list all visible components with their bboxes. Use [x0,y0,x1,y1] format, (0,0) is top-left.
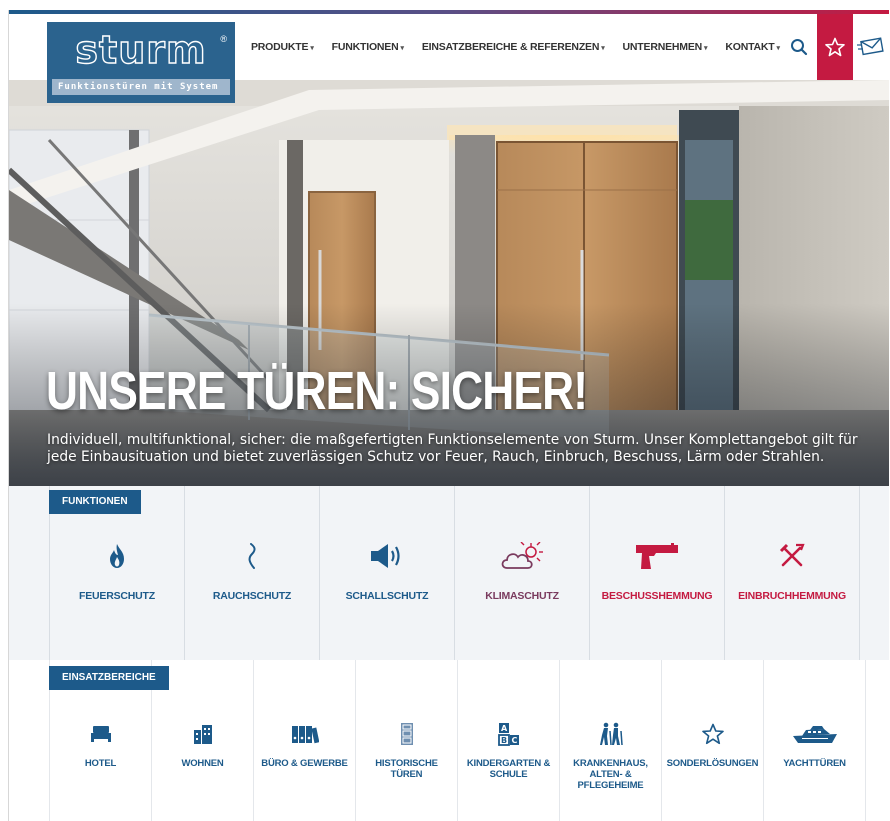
chevron-down-icon: ▾ [776,45,781,52]
logo-wordmark: sturm [75,27,207,72]
svg-text:B: B [501,736,507,745]
bed-icon [50,720,151,748]
einsatz-kindergarten-schule[interactable]: ABC Kindergarten & Schule [457,660,559,821]
hero-photo [9,80,889,486]
einsatz-label: Kindergarten & Schule [466,758,551,780]
nav-item-produkte[interactable]: Produkte ▾ [251,41,314,53]
einsatz-label: Hotel [84,758,117,769]
funktionen-heading: Funktionen [49,490,141,514]
chevron-down-icon: ▾ [310,45,314,52]
speaker-icon [320,538,454,574]
einsatz-label: Krankenhaus, Alten- & Pflegeheime [573,758,648,791]
nav-item-label: Funktionen [331,41,399,53]
einsatz-yachttueren[interactable]: Yachttüren [763,660,866,821]
einsatz-historische-tueren[interactable]: Historische Türen [355,660,457,821]
hero-description: Individuell, multifunktional, sicher: di… [47,432,858,465]
star-icon [825,37,845,57]
funktion-label: Klimaschutz [485,590,559,602]
header-actions [781,14,889,80]
funktionen-section: Funktionen Feuerschutz Rauchschutz Schal… [9,486,889,662]
einsatzbereiche-list: Hotel Wohnen Büro & Gewerbe Historische … [49,660,866,821]
nav-item-label: Unternehmen [622,41,703,53]
historic-door-icon [356,720,457,748]
funktion-rauchschutz[interactable]: Rauchschutz [184,486,319,660]
funktion-label: Schallschutz [345,590,429,602]
einsatzbereiche-section: Einsatzbereiche Hotel Wohnen Büro & Gewe… [9,660,889,821]
cloud-sun-icon [455,538,589,574]
funktion-einbruchhemmung[interactable]: Einbruchhemmung [724,486,860,660]
funktion-label: Einbruchhemmung [738,590,846,602]
einsatzbereiche-heading: Einsatzbereiche [49,666,169,690]
nav-item-label: Einsatzbereiche & Referenzen [421,41,600,53]
logo-tagline: Funktionstüren mit System [52,79,230,95]
einsatz-sonderloesungen[interactable]: Sonderlösungen [661,660,763,821]
pistol-icon [590,538,724,574]
einsatz-buero-gewerbe[interactable]: Büro & Gewerbe [253,660,355,821]
nav-item-kontakt[interactable]: Kontakt ▾ [725,41,781,53]
funktion-schallschutz[interactable]: Schallschutz [319,486,454,660]
einsatz-label: Sonderlösungen [666,758,759,769]
contact-mail-button[interactable] [853,14,889,80]
svg-text:C: C [511,736,517,745]
binders-icon [254,720,355,748]
site-header: sturm ® Funktionstüren mit System Produk… [9,14,889,103]
svg-text:A: A [501,724,508,733]
page-frame: sturm ® Funktionstüren mit System Produk… [8,10,889,821]
favorites-button[interactable] [817,14,853,80]
abc-blocks-icon: ABC [458,720,559,748]
smoke-icon [185,538,319,574]
nav-item-funktionen[interactable]: Funktionen ▾ [332,41,404,53]
main-nav: Produkte ▾ Funktionen ▾ Einsatzbereiche & … [251,14,798,80]
funktion-klimaschutz[interactable]: Klimaschutz [454,486,589,660]
yacht-icon [764,720,865,748]
einsatz-krankenhaus-pflegeheime[interactable]: Krankenhaus, Alten- & Pflegeheime [559,660,661,821]
search-button[interactable] [781,14,817,80]
funktion-label: Feuerschutz [79,590,155,602]
funktion-label: Rauchschutz [212,590,292,602]
crossed-tools-icon [725,538,859,574]
mail-icon [857,37,884,56]
hero-banner: UNSERE TÜREN: SICHER! Individuell, multi… [9,80,889,486]
einsatz-label: Büro & Gewerbe [261,758,348,769]
einsatz-label: Historische Türen [375,758,438,780]
nav-item-einsatzbereiche[interactable]: Einsatzbereiche & Referenzen ▾ [422,41,605,53]
nav-item-unternehmen[interactable]: Unternehmen ▾ [623,41,708,53]
elderly-icon [560,720,661,748]
hero-title: UNSERE TÜREN: SICHER! [46,361,588,421]
funktion-beschusshemmung[interactable]: Beschusshemmung [589,486,724,660]
chevron-down-icon: ▾ [400,45,405,52]
star-outline-icon [662,720,763,748]
funktion-label: Beschusshemmung [601,590,713,602]
search-icon [791,39,808,56]
nav-item-label: Produkte [251,41,309,53]
logo[interactable]: sturm ® Funktionstüren mit System [47,22,235,103]
logo-registered-mark: ® [220,34,227,44]
funktionen-list: Feuerschutz Rauchschutz Schallschutz Kli… [49,486,860,660]
einsatz-label: Wohnen [181,758,224,769]
einsatz-label: Yachttüren [783,758,846,769]
chevron-down-icon: ▾ [601,45,605,52]
nav-item-label: Kontakt [725,41,775,53]
chevron-down-icon: ▾ [704,45,708,52]
apartment-icon [152,720,253,748]
flame-icon [50,538,184,574]
